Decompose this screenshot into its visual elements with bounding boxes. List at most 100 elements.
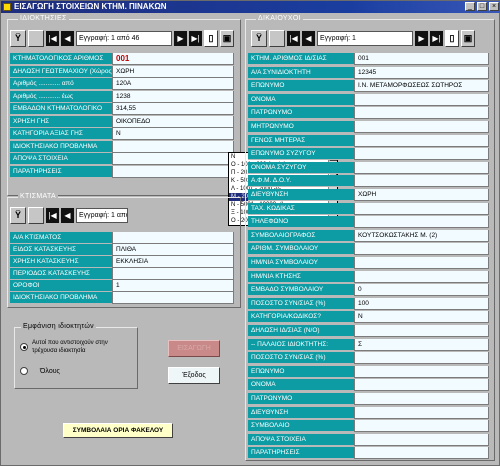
owners-option-current[interactable]: Αυτοί που αντιστοιχούν στην τρέχουσα ιδι… xyxy=(20,339,136,359)
field-value[interactable] xyxy=(112,165,234,178)
first-record-icon[interactable]: |◀ xyxy=(46,30,59,46)
field-row: ΕΙΔΟΣ ΚΑΤΑΣΚΕΥΗΣ ΠΛΙΘΑ xyxy=(10,244,234,256)
field-value[interactable] xyxy=(354,270,489,283)
field-value[interactable]: 1238 xyxy=(112,90,234,103)
field-value[interactable] xyxy=(112,153,234,165)
field-value[interactable] xyxy=(354,379,489,392)
buildings-toolbar: Ÿ |◀ ◀ Εγγραφή: 1 από 1 xyxy=(10,205,128,225)
field-row: ΕΠΩΝΥΜΟ Ι.Ν. ΜΕΤΑΜΟΡΦΩΣΕΩΣ ΣΩΤΗΡΟΣ xyxy=(248,80,489,93)
field-value[interactable]: ΠΛΙΘΑ xyxy=(112,244,234,256)
field-value[interactable] xyxy=(354,393,489,405)
field-label: ΕΠΩΝΥΜΟ ΣΥΖΥΓΟΥ xyxy=(248,148,354,161)
ownership-legend: ΙΔΙΟΚΤΗΣΙΕΣ xyxy=(18,15,69,22)
field-row: ΕΜΒΑΔΟ ΣΥΜΒΟΛΑΙΟΥ 0 xyxy=(248,284,489,297)
field-value[interactable] xyxy=(354,243,489,256)
first-record-icon-2[interactable]: |◀ xyxy=(46,207,59,223)
field-value[interactable] xyxy=(354,175,489,188)
field-value[interactable]: 001 xyxy=(112,53,234,65)
filter-icon-2[interactable]: Ÿ xyxy=(10,206,26,224)
field-row: ΟΝΟΜΑ ΣΥΖΥΓΟΥ xyxy=(248,161,489,174)
new-record-icon-3[interactable]: ▯ xyxy=(445,29,459,47)
field-row: ΔΗΛΩΣΗ ΙΔ/ΣΙΑΣ (Ν/Ο) xyxy=(248,325,489,337)
last-record-icon-3[interactable]: ▶| xyxy=(430,30,443,46)
field-value[interactable]: 12345 xyxy=(354,66,489,79)
field-value[interactable] xyxy=(112,268,234,280)
field-value[interactable]: 120Α xyxy=(112,78,234,90)
radio-all[interactable] xyxy=(20,367,28,375)
field-value[interactable]: ΧΩΡΗ xyxy=(112,65,234,78)
field-value[interactable]: 100 xyxy=(354,297,489,310)
owners-option-all[interactable]: Όλους xyxy=(20,365,60,377)
field-value[interactable] xyxy=(112,292,234,304)
field-row: ΚΑΤΗΓΟΡΙΑ ΑΞΙΑΣ ΓΗΣ Ν xyxy=(10,128,234,140)
field-value[interactable] xyxy=(354,121,489,133)
field-value[interactable]: Ι.Ν. ΜΕΤΑΜΟΡΦΩΣΕΩΣ ΣΩΤΗΡΟΣ xyxy=(354,80,489,93)
field-value[interactable]: 001 xyxy=(354,53,489,65)
save-icon[interactable]: ▣ xyxy=(220,29,234,47)
field-row: ΚΑΤΗΓΟΡΙΑ/ΚΩΔΙΚΟΣ? Ν xyxy=(248,311,489,324)
field-value[interactable]: ΕΚΚΛΗΣΙΑ xyxy=(112,256,234,268)
field-value[interactable]: Ν xyxy=(112,128,234,140)
next-record-icon[interactable]: ▶ xyxy=(174,30,187,46)
field-value[interactable] xyxy=(354,406,489,419)
main-window: ΕΙΣΑΓΩΓΗ ΣΤΟΙΧΕΙΩΝ ΚΤΗΜ. ΠΙΝΑΚΩΝ _ □ × Ι… xyxy=(0,0,500,466)
blank-button[interactable] xyxy=(28,29,44,47)
field-value[interactable]: 1 xyxy=(112,280,234,292)
field-label: ΔΗΛΩΣΗ ΓΕΩΤΕΜΑΧΙΟΥ (Χώρος) xyxy=(10,65,112,78)
field-value[interactable]: ΚΟΥΤΣΟΚΩΣΤΑΚΗΣ Μ. (2) xyxy=(354,229,489,242)
insert-button[interactable]: ΕΙΣΑΓΩΓΗ xyxy=(168,340,220,357)
prev-record-icon-2[interactable]: ◀ xyxy=(61,207,74,223)
field-label: ΧΡΗΣΗ ΚΑΤΑΣΚΕΥΗΣ xyxy=(10,256,112,268)
field-label: ΗΜ/ΝΙΑ ΣΥΜΒΟΛΑΙΟΥ xyxy=(248,257,354,269)
field-row: Αριθμός ............ έως 1238 xyxy=(10,90,234,103)
field-label: ΠΑΡΑΤΗΡΗΣΕΙΣ xyxy=(248,447,354,460)
field-label: ΑΡΙΘΜ. ΣΥΜΒΟΛΑΙΟΥ xyxy=(248,243,354,256)
field-value[interactable]: 0 xyxy=(354,284,489,297)
filter-icon[interactable]: Ÿ xyxy=(10,29,26,47)
new-record-icon[interactable]: ▯ xyxy=(204,29,218,47)
blank-button-2[interactable] xyxy=(28,206,44,224)
field-value[interactable] xyxy=(354,325,489,337)
field-value[interactable] xyxy=(354,257,489,269)
maximize-button[interactable]: □ xyxy=(477,2,487,11)
field-value[interactable] xyxy=(354,161,489,174)
radio-current[interactable] xyxy=(20,343,28,351)
field-value[interactable] xyxy=(354,202,489,215)
field-value[interactable] xyxy=(354,216,489,229)
field-value[interactable] xyxy=(354,93,489,106)
last-record-icon[interactable]: ▶| xyxy=(189,30,202,46)
field-row: ΧΡΗΣΗ ΓΗΣ ΟΙΚΟΠΕΔΟ xyxy=(10,115,234,128)
save-icon-3[interactable]: ▣ xyxy=(461,29,475,47)
field-row: ΤΑΧ. ΚΩΔΙΚΑΣ xyxy=(248,202,489,215)
next-record-icon-3[interactable]: ▶ xyxy=(415,30,428,46)
field-value[interactable] xyxy=(354,365,489,378)
field-value[interactable] xyxy=(354,134,489,147)
field-value[interactable]: 314,55 xyxy=(112,103,234,115)
field-value[interactable]: Σ xyxy=(354,338,489,351)
field-value[interactable] xyxy=(354,148,489,161)
field-label: ΓΕΝΟΣ ΜΗΤΕΡΑΣ xyxy=(248,134,354,147)
contracts-sheet-button[interactable]: ΣΥΜΒΟΛΑΙΑ ΟΡΙΑ ΦΑΚΕΛΟΥ xyxy=(63,423,173,438)
blank-button-3[interactable] xyxy=(269,29,285,47)
field-label: ΜΗΤΡΩΝΥΜΟ xyxy=(248,121,354,133)
field-row: ΔΙΕΥΘΥΝΣΗ ΧΩΡΗ xyxy=(248,189,489,201)
filter-icon-3[interactable]: Ÿ xyxy=(251,29,267,47)
field-value[interactable] xyxy=(354,107,489,120)
field-value[interactable]: ΟΙΚΟΠΕΔΟ xyxy=(112,115,234,128)
close-button[interactable]: × xyxy=(489,2,499,11)
field-value[interactable] xyxy=(112,232,234,244)
field-value[interactable]: ΧΩΡΗ xyxy=(354,189,489,201)
field-value[interactable] xyxy=(354,352,489,365)
prev-record-icon-3[interactable]: ◀ xyxy=(302,30,315,46)
minimize-button[interactable]: _ xyxy=(465,2,475,11)
field-value[interactable] xyxy=(112,140,234,153)
field-value[interactable]: Ν xyxy=(354,311,489,324)
field-label: ΠΑΡΑΤΗΡΗΣΕΙΣ xyxy=(10,165,112,178)
field-value[interactable] xyxy=(354,420,489,433)
beneficiaries-legend: ΔΙΚΑΙΟΥΧΟΙ xyxy=(256,15,303,22)
prev-record-icon[interactable]: ◀ xyxy=(61,30,74,46)
exit-button[interactable]: Έξοδος xyxy=(168,367,220,384)
first-record-icon-3[interactable]: |◀ xyxy=(287,30,300,46)
field-value[interactable] xyxy=(354,447,489,460)
field-value[interactable] xyxy=(354,433,489,446)
